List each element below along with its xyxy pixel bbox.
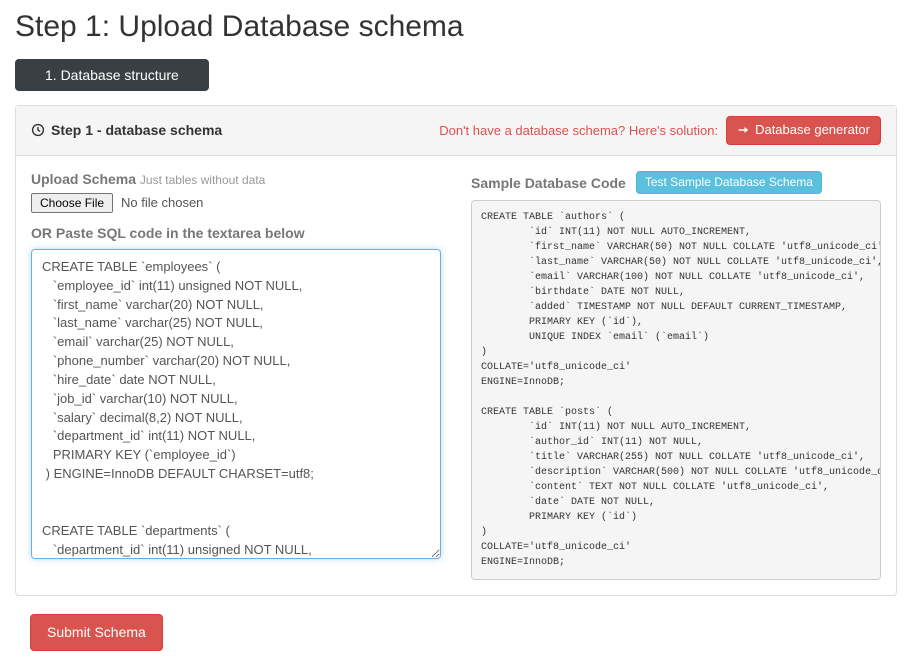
sample-code-label: Sample Database Code — [471, 175, 626, 191]
clock-icon — [31, 123, 45, 137]
submit-schema-button[interactable]: Submit Schema — [30, 614, 163, 650]
file-status-text: No file chosen — [121, 195, 203, 210]
left-column: Upload Schema Just tables without data C… — [31, 171, 441, 581]
upload-schema-label-text: Upload Schema — [31, 171, 136, 187]
database-generator-label: Database generator — [755, 122, 870, 139]
choose-file-button[interactable]: Choose File — [31, 193, 113, 213]
or-paste-label: OR Paste SQL code in the textarea below — [31, 225, 441, 241]
page-title: Step 1: Upload Database schema — [15, 10, 897, 44]
database-generator-button[interactable]: Database generator — [726, 116, 881, 145]
test-sample-schema-button[interactable]: Test Sample Database Schema — [636, 171, 822, 195]
sample-code-block: CREATE TABLE `authors` ( `id` INT(11) NO… — [471, 200, 881, 580]
right-column: Sample Database Code Test Sample Databas… — [471, 171, 881, 581]
panel-heading-text: Step 1 - database schema — [51, 122, 222, 138]
sql-textarea[interactable] — [31, 249, 441, 559]
upload-schema-label: Upload Schema Just tables without data — [31, 171, 441, 187]
panel-heading: Step 1 - database schema Don't have a da… — [16, 106, 896, 156]
arrow-right-icon — [737, 124, 749, 136]
tab-database-structure[interactable]: 1. Database structure — [15, 59, 209, 91]
no-schema-link[interactable]: Don't have a database schema? Here's sol… — [439, 123, 718, 138]
upload-schema-sublabel: Just tables without data — [140, 173, 265, 187]
panel-step1: Step 1 - database schema Don't have a da… — [15, 105, 897, 596]
